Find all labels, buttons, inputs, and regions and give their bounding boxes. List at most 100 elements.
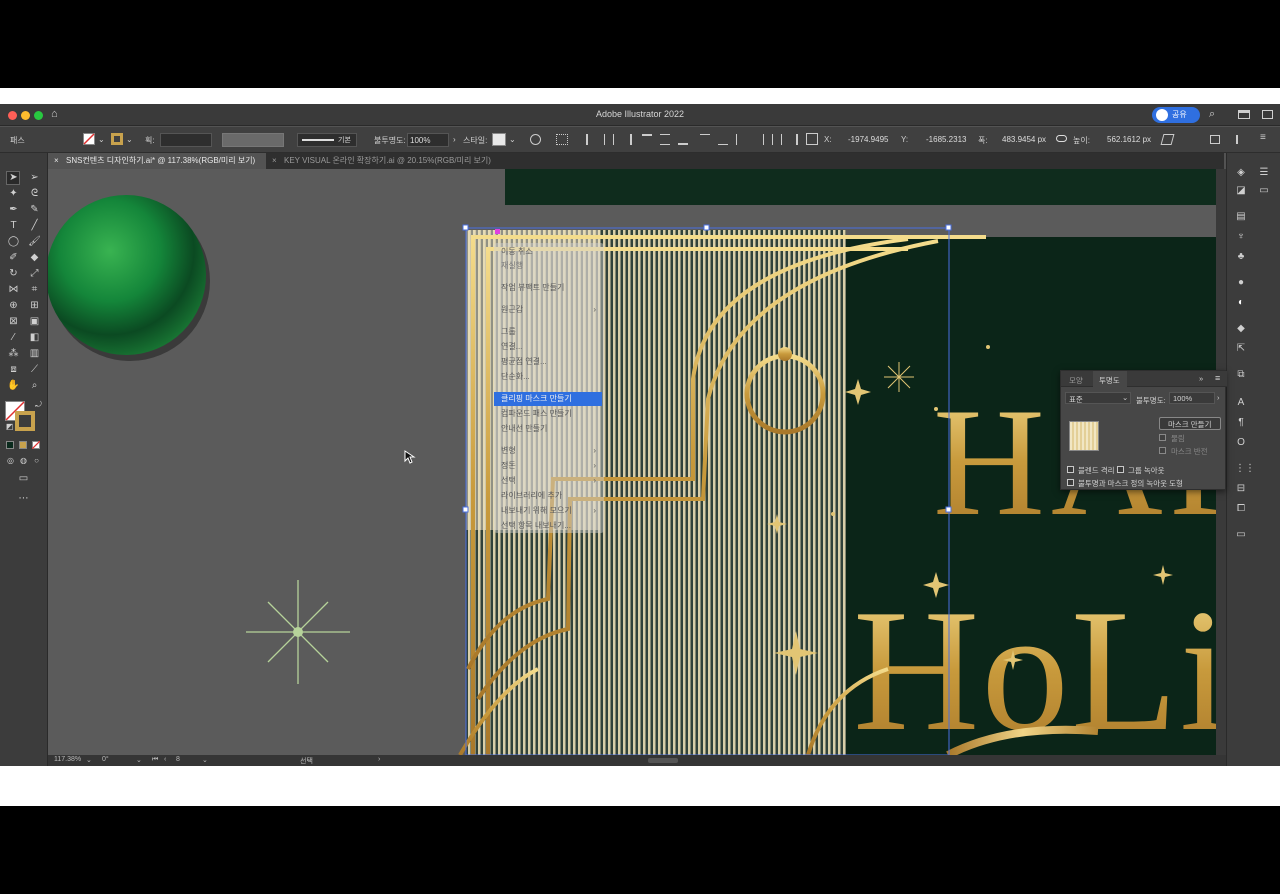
menu-item-make-clipping-mask[interactable]: 클리핑 마스크 만들기 xyxy=(494,392,602,406)
zoom-level[interactable]: 117.38% xyxy=(54,756,81,763)
rotation-value[interactable]: 0° xyxy=(102,756,109,763)
menu-item-redo[interactable]: 재실행 xyxy=(494,259,602,273)
opacity-field[interactable]: 100% xyxy=(1169,392,1215,404)
chevron-down-icon[interactable]: ⌄ xyxy=(509,135,516,144)
selection-tool-icon[interactable]: ➤ xyxy=(7,172,20,183)
transparency-icon[interactable]: ◐ xyxy=(1235,297,1247,309)
first-artboard-icon[interactable]: ⏮ xyxy=(152,756,158,764)
draw-behind-icon[interactable]: ◍ xyxy=(17,455,30,466)
opacity-mask-knockout-checkbox[interactable] xyxy=(1067,479,1074,486)
panel-menu-icon[interactable]: ≡ xyxy=(1260,132,1266,143)
menu-item-collect-for-export[interactable]: 내보내기 위해 모으기 › xyxy=(494,504,602,518)
screen-mode-icon[interactable]: ▭ xyxy=(17,473,30,484)
close-icon[interactable]: × xyxy=(54,153,59,169)
comments-icon[interactable]: ▭ xyxy=(1258,185,1270,197)
menu-item-undo-move[interactable]: 이동 취소 xyxy=(494,245,602,259)
shaper-tool-icon[interactable]: ✐ xyxy=(7,252,20,263)
shape-builder-tool-icon[interactable]: ⊕ xyxy=(7,300,20,311)
y-field[interactable]: -1685.2313 xyxy=(924,133,972,147)
fill-swatch[interactable] xyxy=(83,133,95,145)
gradient-panel-icon[interactable]: ▭ xyxy=(1235,529,1247,541)
hand-tool-icon[interactable]: ✋ xyxy=(7,380,20,391)
invert-mask-checkbox[interactable] xyxy=(1159,447,1166,454)
align-right-icon[interactable] xyxy=(622,134,632,145)
direct-selection-tool-icon[interactable]: ➢ xyxy=(28,172,41,183)
eyedropper-tool-icon[interactable]: ⁄ xyxy=(7,332,20,343)
paintbrush-tool-icon[interactable]: 🖌 xyxy=(28,236,41,247)
artboard-number[interactable]: 8 xyxy=(176,756,180,763)
search-icon[interactable]: ⌕ xyxy=(1209,108,1215,121)
color-mode-icon[interactable] xyxy=(6,441,14,449)
transform-panel-icon[interactable]: ⊟ xyxy=(1235,483,1247,495)
rotate-tool-icon[interactable]: ↻ xyxy=(7,268,20,279)
distribute-hcenter-icon[interactable] xyxy=(772,134,782,145)
symbol-sprayer-tool-icon[interactable]: ⁂ xyxy=(7,348,20,359)
chevron-down-icon[interactable]: ⌄ xyxy=(86,756,92,764)
isolate-group-icon[interactable] xyxy=(1210,135,1220,144)
lasso-tool-icon[interactable]: ᘓ xyxy=(28,188,41,199)
export-icon[interactable]: ⇱ xyxy=(1235,343,1247,355)
previous-artboard-icon[interactable]: ‹ xyxy=(164,756,166,763)
line-segment-tool-icon[interactable]: ╱ xyxy=(28,220,41,231)
x-field[interactable]: -1974.9495 xyxy=(846,133,894,147)
tab-transparency[interactable]: 투명도 xyxy=(1099,375,1120,386)
appearance-icon[interactable]: ● xyxy=(1235,277,1247,289)
tab-sns-content[interactable]: × SNS컨텐츠 디자인하기.ai* @ 117.38%(RGB/미리 보기) xyxy=(48,153,266,169)
panel-menu-icon[interactable]: ≡ xyxy=(1215,373,1220,383)
brushes-icon[interactable]: ♆ xyxy=(1235,231,1247,243)
column-graph-tool-icon[interactable]: ▥ xyxy=(28,348,41,359)
chevron-right-icon[interactable]: › xyxy=(1217,393,1220,402)
menu-item-select[interactable]: 선택 › xyxy=(494,474,602,488)
collapse-panel-icon[interactable]: » xyxy=(1199,374,1203,383)
blend-mode-select[interactable]: 표준 ⌄ xyxy=(1065,392,1131,404)
distribute-top-icon[interactable] xyxy=(700,134,710,145)
close-icon[interactable]: × xyxy=(272,153,277,169)
scale-tool-icon[interactable]: ⤢ xyxy=(28,268,41,279)
align-bottom-icon[interactable] xyxy=(678,134,688,145)
menu-item-join[interactable]: 연결... xyxy=(494,340,602,354)
slice-tool-icon[interactable]: ⟋ xyxy=(28,364,41,375)
menu-item-simplify[interactable]: 단순화... xyxy=(494,370,602,384)
align-middle-icon[interactable] xyxy=(660,134,670,145)
stroke-color-icon[interactable] xyxy=(15,411,35,431)
opentype-icon[interactable]: O xyxy=(1235,437,1247,449)
menu-item-make-compound-path[interactable]: 컴파운드 패스 만들기 xyxy=(494,407,602,421)
chevron-right-icon[interactable]: › xyxy=(453,135,456,144)
distribute-right-icon[interactable] xyxy=(788,134,798,145)
align-center-icon[interactable] xyxy=(604,134,614,145)
none-mode-icon[interactable] xyxy=(32,441,40,449)
chevron-right-icon[interactable]: › xyxy=(378,756,380,763)
gradient-tool-icon[interactable]: ▣ xyxy=(28,316,41,327)
recolor-artwork-icon[interactable] xyxy=(530,134,541,145)
menu-item-perspective[interactable]: 원근감 › xyxy=(494,303,602,317)
adjustments-icon[interactable]: ☰ xyxy=(1258,167,1270,179)
align-top-icon[interactable] xyxy=(642,134,652,145)
stroke-weight-field[interactable] xyxy=(160,133,212,147)
width-tool-icon[interactable]: ⋈ xyxy=(7,284,20,295)
menu-item-group[interactable]: 그룹 xyxy=(494,325,602,339)
artboard-tool-icon[interactable]: ⧈ xyxy=(7,364,20,375)
shape-options-icon[interactable] xyxy=(1160,134,1175,145)
width-field[interactable]: 483.9454 px xyxy=(1000,133,1052,147)
default-colors-icon[interactable]: ◩ xyxy=(3,421,16,432)
symbols-icon[interactable]: ♣ xyxy=(1235,251,1247,263)
libraries-icon[interactable]: ▤ xyxy=(1235,211,1247,223)
layers-icon[interactable]: ◪ xyxy=(1235,185,1247,197)
paragraph-icon[interactable]: ¶ xyxy=(1235,417,1247,429)
menu-item-arrange[interactable]: 정돈 › xyxy=(494,459,602,473)
curvature-tool-icon[interactable]: ✎ xyxy=(28,204,41,215)
tab-appearance[interactable]: 모양 xyxy=(1069,375,1083,386)
chevron-down-icon[interactable]: ⌄ xyxy=(98,135,105,144)
distribute-left-icon[interactable] xyxy=(754,134,764,145)
menu-item-average[interactable]: 평균점 연결... xyxy=(494,355,602,369)
opacity-field[interactable]: 100% xyxy=(407,133,449,147)
menu-item-transform[interactable]: 변형 › xyxy=(494,444,602,458)
constrain-proportions-link-icon[interactable] xyxy=(1056,135,1067,142)
artboard-canvas[interactable]: HAP HoLiC xyxy=(48,169,1216,755)
menu-item-add-to-library[interactable]: 라이브러리에 추가 xyxy=(494,489,602,503)
properties-icon[interactable]: ◈ xyxy=(1235,167,1247,179)
free-transform-tool-icon[interactable]: ⌗ xyxy=(28,284,41,295)
tab-key-visual[interactable]: × KEY VISUAL 온라인 확장하기.ai @ 20.15%(RGB/미리 … xyxy=(266,153,506,169)
swap-colors-icon[interactable]: ⤾ xyxy=(32,399,45,410)
pathfinder-icon[interactable]: ⧠ xyxy=(1235,503,1247,515)
